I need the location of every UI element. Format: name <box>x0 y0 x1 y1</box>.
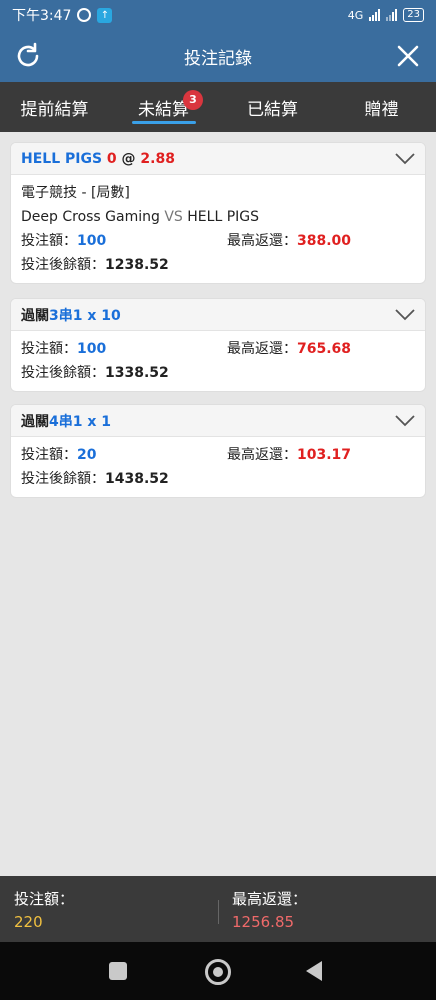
home-icon[interactable] <box>205 959 231 985</box>
bet-summary-bar: 投注額： 220 最高返還： 1256.85 <box>0 876 436 942</box>
status-bar: 下午3:47 ↑ 4G 23 <box>0 0 436 30</box>
max-return-label: 最高返還： <box>227 341 297 357</box>
bet-card-body: 電子競技 - [局數] Deep Cross Gaming VS HELL PI… <box>11 175 425 283</box>
unsettled-count-badge: 3 <box>183 90 203 110</box>
signal-2-icon <box>386 9 398 21</box>
tab-unsettled[interactable]: 未結算 3 <box>109 82 218 132</box>
bet-odds: 2.88 <box>140 150 175 167</box>
stake-value: 20 <box>77 447 97 463</box>
balance-label: 投注後餘額： <box>21 257 105 273</box>
max-return-value: 388.00 <box>297 233 352 249</box>
tab-bar: 提前結算 未結算 3 已結算 贈禮 <box>0 82 436 132</box>
stake-label: 投注額： <box>21 341 77 357</box>
tab-label: 提前結算 <box>20 99 89 120</box>
stake-value: 100 <box>77 233 107 249</box>
page-title: 投注記錄 <box>184 48 252 69</box>
bet-card-body: 投注額：100 最高返還：765.68 投注後餘額：1338.52 <box>11 331 425 391</box>
balance-label: 投注後餘額： <box>21 365 105 381</box>
max-return-label: 最高返還： <box>227 447 297 463</box>
network-label: 4G <box>347 8 364 22</box>
alarm-icon <box>77 8 92 22</box>
match-away: HELL PIGS <box>187 209 259 225</box>
app-notification-icon: ↑ <box>97 7 113 23</box>
stake-label: 投注額： <box>21 447 77 463</box>
bet-category: 電子競技 - [局數] <box>21 185 130 201</box>
parlay-combo: 4串1 x 1 <box>49 413 112 430</box>
total-max-return-label: 最高返還： <box>232 890 308 908</box>
bet-card-header[interactable]: 過關 3串1 x 10 <box>11 299 425 331</box>
tab-label: 已結算 <box>247 99 298 120</box>
tab-label: 未結算 <box>138 99 189 120</box>
bet-match: Deep Cross Gaming VS HELL PIGS <box>21 205 415 229</box>
bet-card: 過關 4串1 x 1 投注額：20 最高返還：103.17 投注後餘額：1438.… <box>10 404 426 498</box>
system-nav-bar <box>0 942 436 1000</box>
match-home: Deep Cross Gaming <box>21 209 160 225</box>
refresh-icon[interactable] <box>14 42 42 70</box>
tab-settled[interactable]: 已結算 <box>218 82 327 132</box>
balance-value: 1238.52 <box>105 257 169 273</box>
bet-card: 過關 3串1 x 10 投注額：100 最高返還：765.68 投注後餘額：133… <box>10 298 426 392</box>
total-max-return-value: 1256.85 <box>232 913 295 931</box>
chevron-down-icon[interactable] <box>395 308 415 321</box>
signal-icon <box>369 9 381 21</box>
bet-at: @ <box>121 150 136 167</box>
max-return-label: 最高返還： <box>227 233 297 249</box>
chevron-down-icon[interactable] <box>395 414 415 427</box>
parlay-label: 過關 <box>21 307 49 324</box>
total-stake-label: 投注額： <box>14 890 75 908</box>
parlay-label: 過關 <box>21 413 49 430</box>
bet-score: 0 <box>106 150 117 167</box>
bet-card: HELL PIGS 0 @ 2.88 電子競技 - [局數] Deep Cros… <box>10 142 426 284</box>
max-return-value: 765.68 <box>297 341 352 357</box>
bet-card-body: 投注額：20 最高返還：103.17 投注後餘額：1438.52 <box>11 437 425 497</box>
active-tab-indicator <box>131 121 196 124</box>
chevron-down-icon[interactable] <box>395 152 415 165</box>
max-return-value: 103.17 <box>297 447 352 463</box>
back-icon[interactable] <box>306 961 322 981</box>
bet-card-header[interactable]: HELL PIGS 0 @ 2.88 <box>11 143 425 175</box>
balance-value: 1338.52 <box>105 365 169 381</box>
parlay-combo: 3串1 x 10 <box>49 307 121 324</box>
app-header: 投注記錄 <box>0 30 436 82</box>
close-icon[interactable] <box>396 44 420 68</box>
stake-value: 100 <box>77 341 107 357</box>
bet-team: HELL PIGS <box>21 150 103 167</box>
total-stake-value: 220 <box>14 913 43 931</box>
stake-label: 投注額： <box>21 233 77 249</box>
battery-icon: 23 <box>403 8 424 22</box>
balance-label: 投注後餘額： <box>21 471 105 487</box>
tab-label: 贈禮 <box>364 99 399 120</box>
recent-apps-icon[interactable] <box>109 962 127 980</box>
status-time: 下午3:47 <box>12 8 72 24</box>
balance-value: 1438.52 <box>105 471 169 487</box>
tab-early-settlement[interactable]: 提前結算 <box>0 82 109 132</box>
match-vs: VS <box>164 209 183 225</box>
bet-card-header[interactable]: 過關 4串1 x 1 <box>11 405 425 437</box>
tab-gifts[interactable]: 贈禮 <box>327 82 436 132</box>
